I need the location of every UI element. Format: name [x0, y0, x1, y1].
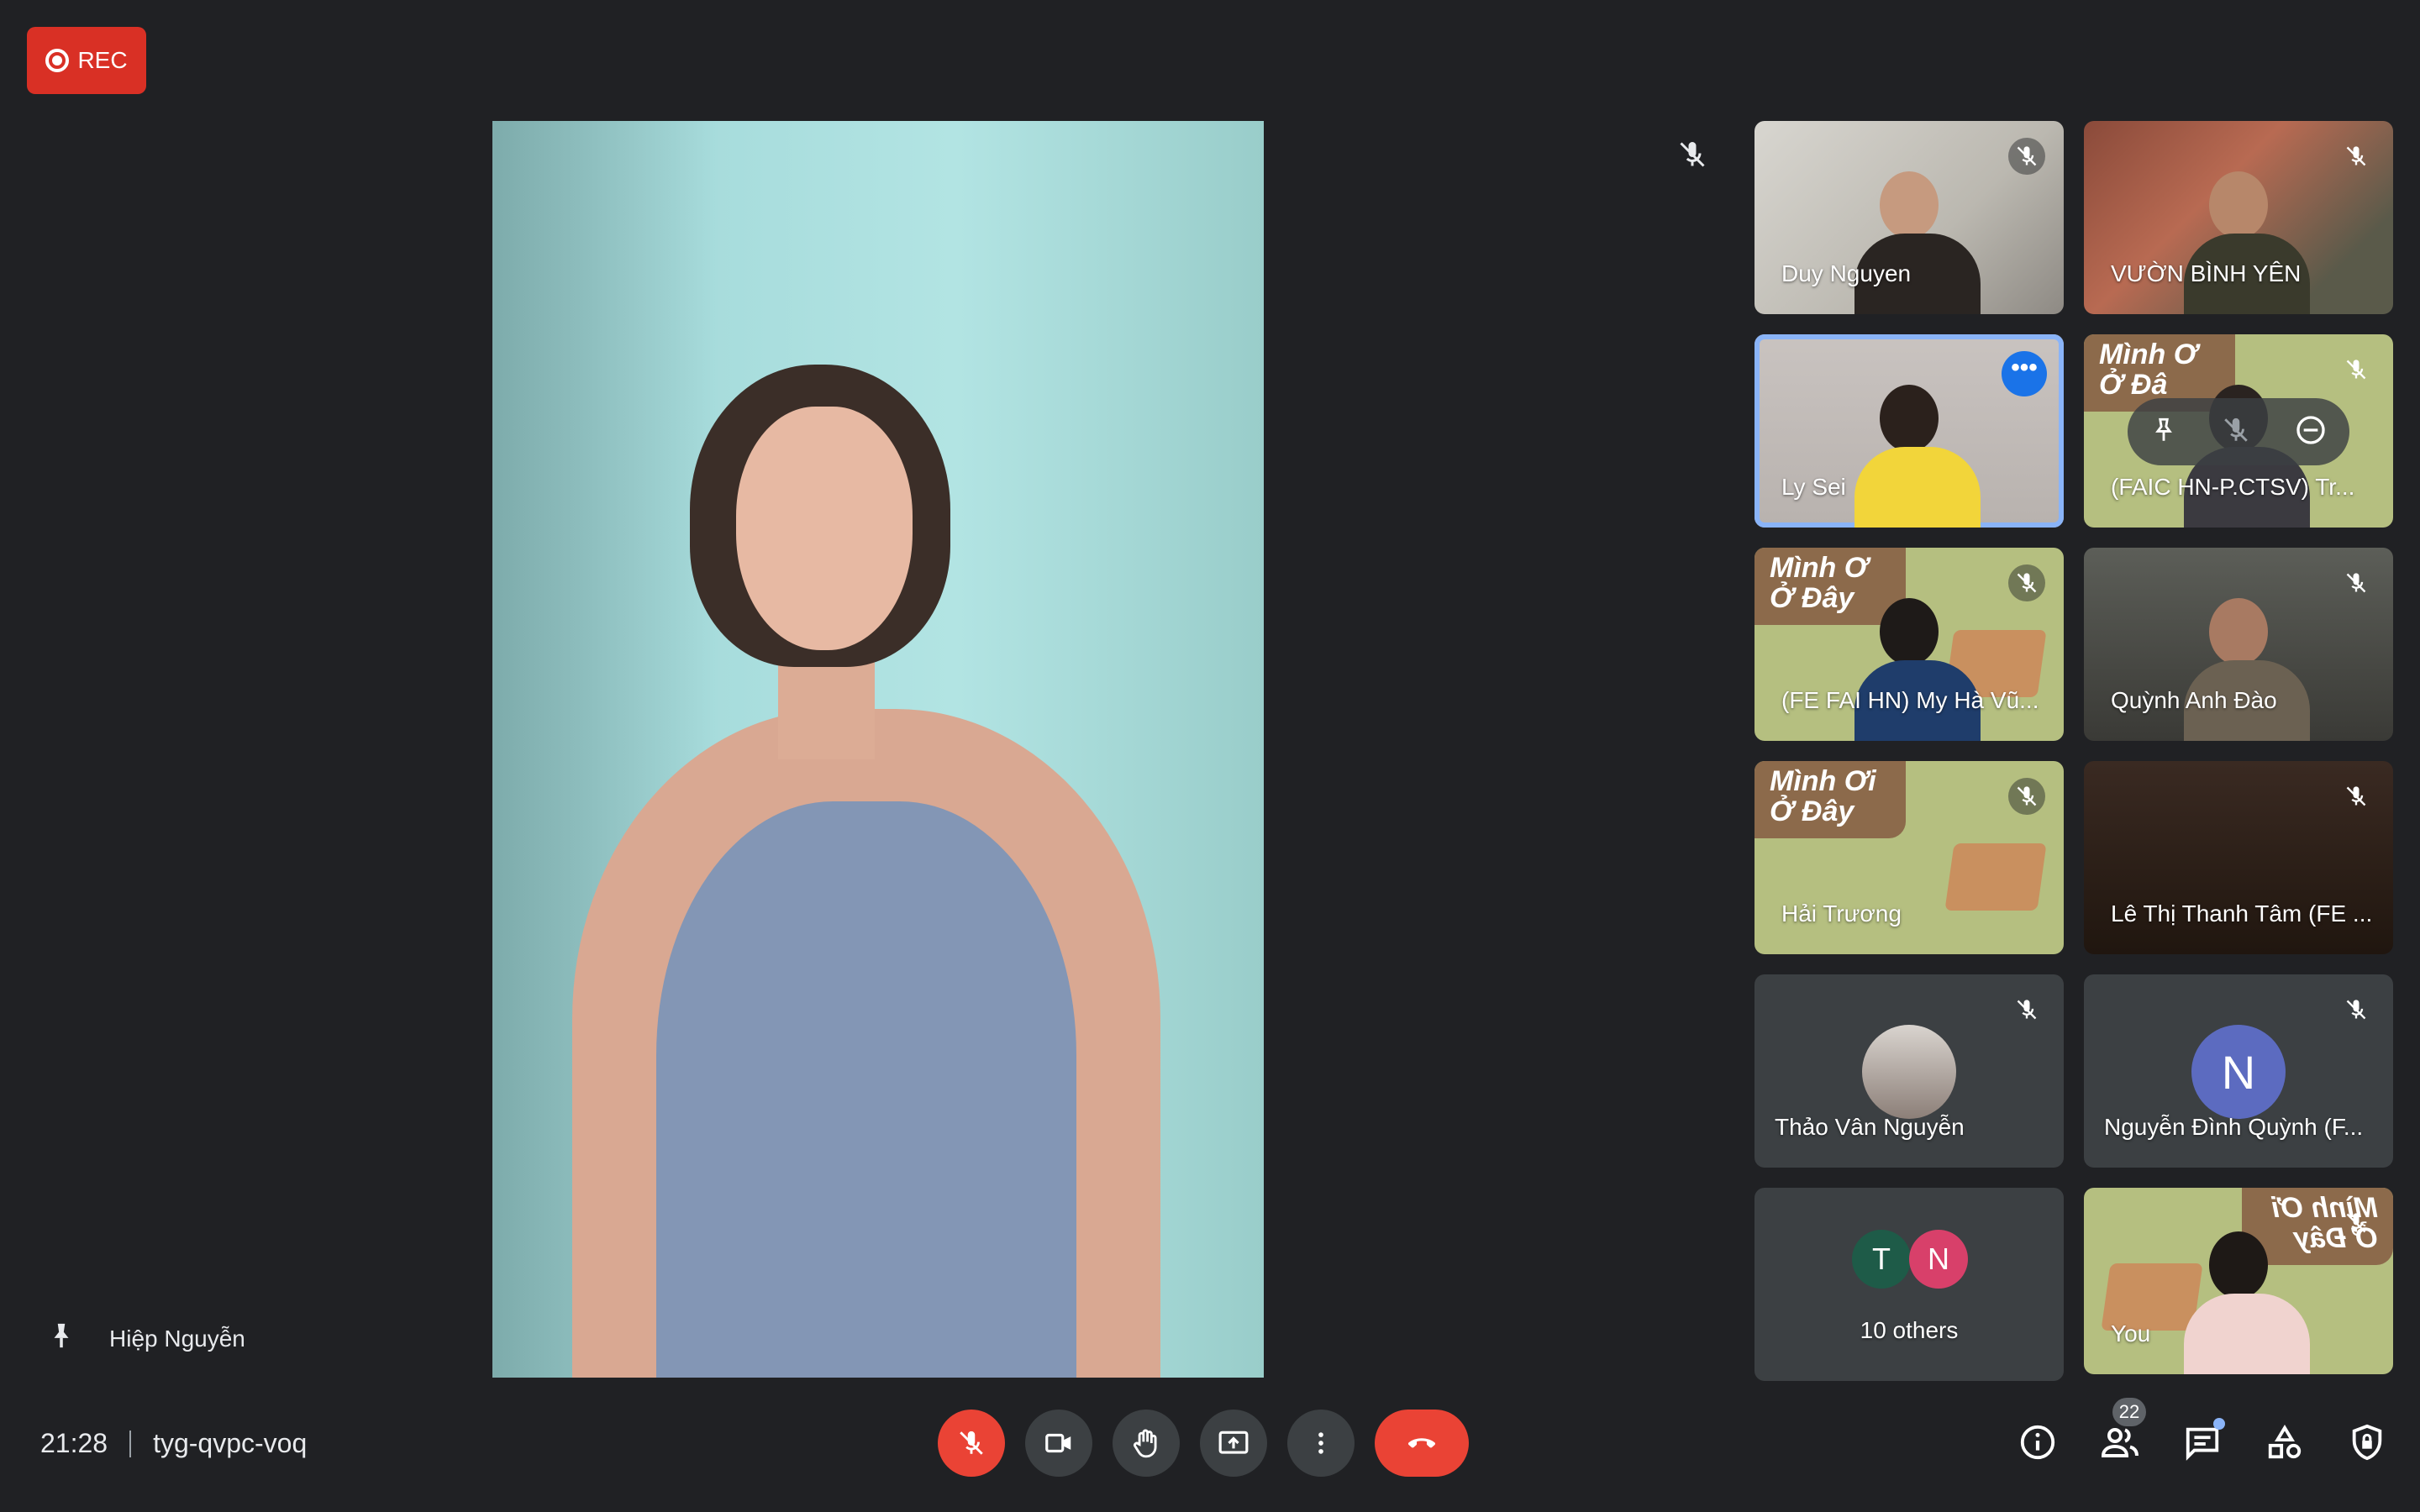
participant-tile[interactable]: N Nguyễn Đình Quỳnh (F...	[2084, 974, 2393, 1168]
background-banner: Mình Ơi Ở Đây	[1754, 761, 1906, 838]
meeting-details-button[interactable]	[2017, 1421, 2059, 1463]
participant-video	[1854, 385, 1981, 528]
end-call-icon	[1407, 1438, 1436, 1448]
participant-tile-active-speaker[interactable]: ••• Ly Sei	[1754, 334, 2064, 528]
chat-button[interactable]	[2181, 1418, 2225, 1463]
participant-video	[1854, 171, 1981, 314]
participant-tile[interactable]: Mình ƠỞ Đây (FE FAI HN) My Hà Vũ...	[1754, 548, 2064, 741]
remove-icon[interactable]	[2294, 413, 2328, 451]
mic-toggle-button[interactable]	[938, 1410, 1005, 1477]
clock: 21:28	[40, 1428, 108, 1458]
mic-off-icon	[2008, 778, 2045, 815]
more-options-icon[interactable]: •••	[2002, 351, 2047, 396]
host-controls-button[interactable]	[2346, 1421, 2388, 1463]
people-button[interactable]: 22	[2099, 1398, 2146, 1463]
unread-indicator	[2213, 1418, 2225, 1430]
mic-off-icon	[2338, 351, 2375, 388]
recording-badge[interactable]: REC	[27, 27, 146, 94]
mute-participant-icon[interactable]	[2222, 416, 2250, 449]
divider	[129, 1430, 132, 1457]
participant-tile[interactable]: Thảo Vân Nguyễn	[1754, 974, 2064, 1168]
more-vert-icon	[1318, 1432, 1323, 1454]
self-tile[interactable]: Mình Ơi Ở Đây You	[2084, 1188, 2393, 1374]
avatar: T	[1852, 1230, 1911, 1289]
participant-video	[2184, 1231, 2310, 1374]
participant-name: (FE FAI HN) My Hà Vũ...	[1781, 687, 2039, 713]
main-mic-off-icon	[1677, 139, 1707, 170]
people-count-badge: 22	[2112, 1398, 2146, 1426]
mic-off-icon	[2008, 138, 2045, 175]
activities-button[interactable]	[2264, 1421, 2306, 1463]
participant-name: Quỳnh Anh Đào	[2111, 687, 2277, 713]
participant-tile[interactable]: Mình Ơi Ở Đây Hải Trương	[1754, 761, 2064, 954]
camera-icon	[1045, 1433, 1071, 1453]
participant-video	[1854, 598, 1981, 741]
participant-video	[2184, 171, 2310, 314]
meeting-code: tyg-qvpc-voq	[153, 1428, 308, 1458]
participant-name: (FAIC HN-P.CTSV) Tr...	[2111, 474, 2355, 500]
others-count: 10 others	[1860, 1317, 1959, 1343]
hand-icon	[1134, 1429, 1157, 1458]
shield-lock-icon	[2352, 1424, 2382, 1461]
mic-off-icon	[2338, 991, 2375, 1028]
tile-hover-toolbar	[2128, 398, 2349, 465]
participant-video	[2184, 598, 2310, 741]
mic-off-icon	[2338, 138, 2375, 175]
present-screen-button[interactable]	[1200, 1410, 1267, 1477]
participant-tile[interactable]: Duy Nguyen	[1754, 121, 2064, 314]
call-controls	[938, 1410, 1469, 1477]
participant-name: Thảo Vân Nguyễn	[1775, 1114, 1965, 1140]
side-panel-controls: 22	[2017, 1398, 2388, 1463]
participant-tile[interactable]: Lê Thị Thanh Tâm (FE ...	[2084, 761, 2393, 954]
avatar	[1862, 1025, 1956, 1119]
more-options-button[interactable]	[1287, 1410, 1355, 1477]
others-tile[interactable]: T N 10 others	[1754, 1188, 2064, 1381]
participant-tile[interactable]: VƯỜN BÌNH YÊN	[2084, 121, 2393, 314]
participant-tile[interactable]: Quỳnh Anh Đào	[2084, 548, 2393, 741]
raise-hand-button[interactable]	[1113, 1410, 1180, 1477]
record-icon	[45, 49, 70, 72]
camera-toggle-button[interactable]	[1025, 1410, 1092, 1477]
participant-name: Duy Nguyen	[1781, 260, 1912, 286]
mic-off-icon	[2338, 564, 2375, 601]
mic-off-icon	[2338, 1205, 2375, 1242]
people-icon	[2101, 1428, 2139, 1457]
avatar: N	[1909, 1230, 1968, 1289]
mic-off-icon	[2338, 778, 2375, 815]
meeting-info: 21:28 tyg-qvpc-voq	[40, 1428, 307, 1459]
recording-label: REC	[77, 47, 128, 73]
participant-name: VƯỜN BÌNH YÊN	[2111, 260, 2302, 286]
pinned-participant: Hiệp Nguyễn	[47, 1319, 245, 1358]
pin-icon[interactable]	[47, 1319, 76, 1358]
mic-off-icon	[2008, 564, 2045, 601]
info-icon	[2020, 1425, 2055, 1460]
participant-name: Hải Trương	[1781, 900, 1902, 927]
main-video[interactable]	[492, 121, 1264, 1378]
leave-call-button[interactable]	[1375, 1410, 1469, 1477]
participant-name: Nguyễn Đình Quỳnh (F...	[2104, 1114, 2364, 1140]
activities-icon	[2268, 1425, 2302, 1459]
avatar: N	[2191, 1025, 2286, 1119]
participant-name: Ly Sei	[1781, 474, 1846, 500]
mic-off-icon	[960, 1431, 983, 1455]
mic-off-icon	[2008, 991, 2045, 1028]
present-icon	[1218, 1431, 1249, 1454]
participant-name: You	[2111, 1320, 2151, 1347]
participant-name: Lê Thị Thanh Tâm (FE ...	[2111, 900, 2373, 927]
pinned-name: Hiệp Nguyễn	[109, 1325, 245, 1352]
pin-icon[interactable]	[2149, 416, 2178, 449]
